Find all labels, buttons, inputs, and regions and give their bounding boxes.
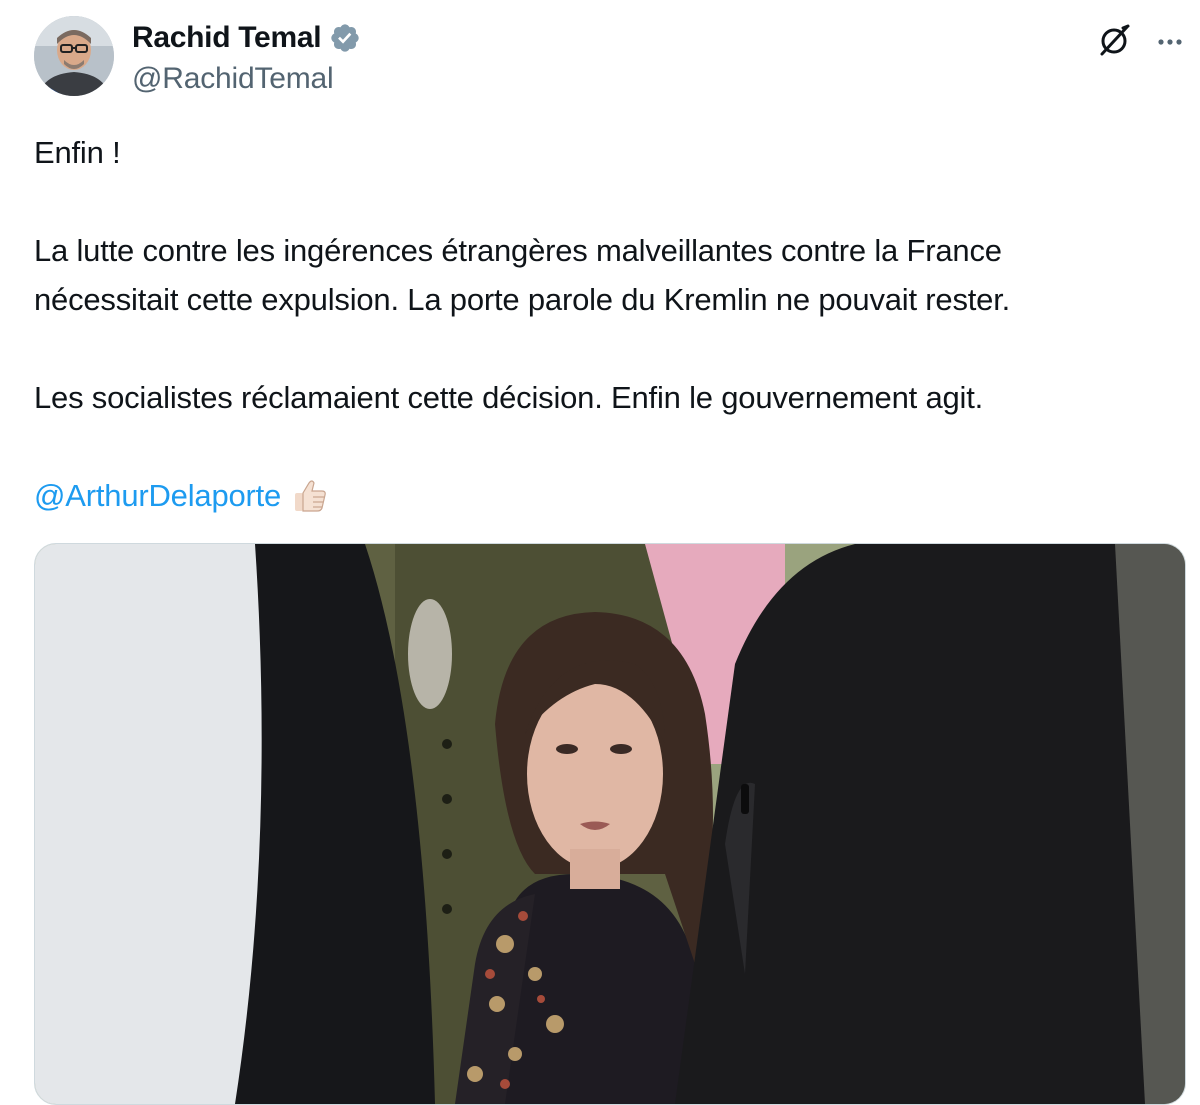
tweet-photo[interactable] bbox=[34, 543, 1186, 1105]
thumbs-up-icon bbox=[289, 475, 331, 517]
author-handle[interactable]: @RachidTemal bbox=[132, 62, 361, 96]
mention-line: @ArthurDelaporte bbox=[34, 471, 1184, 520]
tweet-card: Rachid Temal @RachidTemal Enfin ! La lut… bbox=[0, 0, 1200, 1105]
tweet-paragraph-3: Les socialistes réclamaient cette décisi… bbox=[34, 380, 984, 415]
tweet-header: Rachid Temal @RachidTemal bbox=[34, 16, 1184, 100]
tweet-text: Enfin ! La lutte contre les ingérences é… bbox=[34, 128, 1184, 520]
mention-link[interactable]: @ArthurDelaporte bbox=[34, 471, 281, 520]
tweet-paragraph-2-line-2: nécessitait cette expulsion. La porte pa… bbox=[34, 282, 1011, 317]
more-options-icon[interactable] bbox=[1150, 20, 1190, 60]
avatar-image bbox=[34, 16, 114, 96]
tweet-paragraph-2-line-1: La lutte contre les ingérences étrangère… bbox=[34, 233, 1002, 268]
display-name[interactable]: Rachid Temal bbox=[132, 21, 322, 55]
grok-slash-icon[interactable] bbox=[1094, 20, 1134, 60]
display-name-row: Rachid Temal bbox=[132, 20, 361, 56]
tweet-line-1: Enfin ! bbox=[34, 135, 121, 170]
author-names: Rachid Temal @RachidTemal bbox=[132, 20, 361, 96]
photo-image bbox=[35, 544, 1185, 1104]
avatar[interactable] bbox=[34, 16, 114, 96]
verified-badge-icon[interactable] bbox=[329, 22, 361, 54]
